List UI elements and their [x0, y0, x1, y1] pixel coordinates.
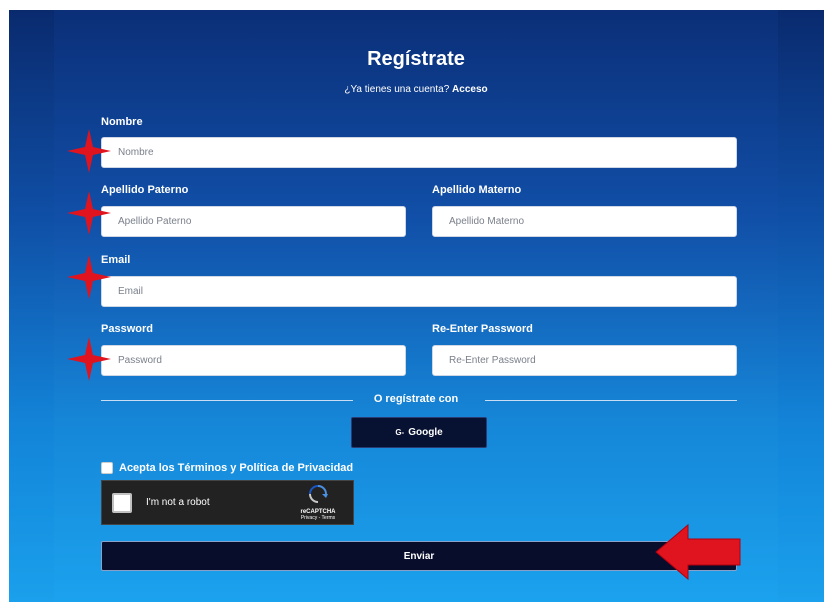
terms-label: Acepta los Términos y Política de Privac… [119, 462, 354, 474]
page-title: Regístrate [367, 48, 465, 70]
star-marker-icon [67, 337, 111, 381]
terms-checkbox[interactable] [101, 462, 113, 474]
apellido-paterno-label: Apellido Paterno [101, 184, 189, 196]
google-signup-button[interactable]: G- Google [351, 417, 487, 448]
divider-right [485, 400, 737, 401]
recaptcha-checkbox[interactable] [112, 493, 132, 513]
terms-row: Acepta los Términos y Política de Privac… [101, 462, 353, 474]
reenter-password-label: Re-Enter Password [432, 323, 533, 335]
recaptcha-label: I'm not a robot [146, 497, 210, 508]
password-label: Password [101, 323, 153, 335]
nombre-label: Nombre [101, 116, 143, 128]
divider-text: O regístrate con [373, 393, 459, 405]
reenter-password-input[interactable] [432, 345, 737, 376]
login-prompt: ¿Ya tienes una cuenta? Acceso [54, 84, 778, 95]
password-input[interactable] [101, 345, 406, 376]
star-marker-icon [67, 191, 111, 235]
star-marker-icon [67, 255, 111, 299]
google-button-label: Google [408, 427, 443, 438]
email-input[interactable] [101, 276, 737, 307]
arrow-marker-icon [655, 523, 741, 581]
recaptcha-logo: reCAPTCHA Privacy - Terms [295, 485, 341, 521]
apellido-paterno-input[interactable] [101, 206, 406, 237]
google-icon: G- [395, 428, 405, 437]
recaptcha-icon [309, 485, 328, 503]
apellido-materno-label: Apellido Materno [432, 184, 522, 196]
star-marker-icon [67, 129, 111, 173]
login-prompt-text: ¿Ya tienes una cuenta? [344, 84, 450, 95]
recaptcha-links[interactable]: Privacy - Terms [295, 515, 341, 521]
nombre-input[interactable] [101, 137, 737, 168]
apellido-materno-input[interactable] [432, 206, 737, 237]
submit-button[interactable]: Enviar [101, 541, 737, 571]
login-link[interactable]: Acceso [452, 84, 488, 95]
recaptcha-widget: I'm not a robot reCAPTCHA Privacy - Term… [101, 480, 354, 525]
